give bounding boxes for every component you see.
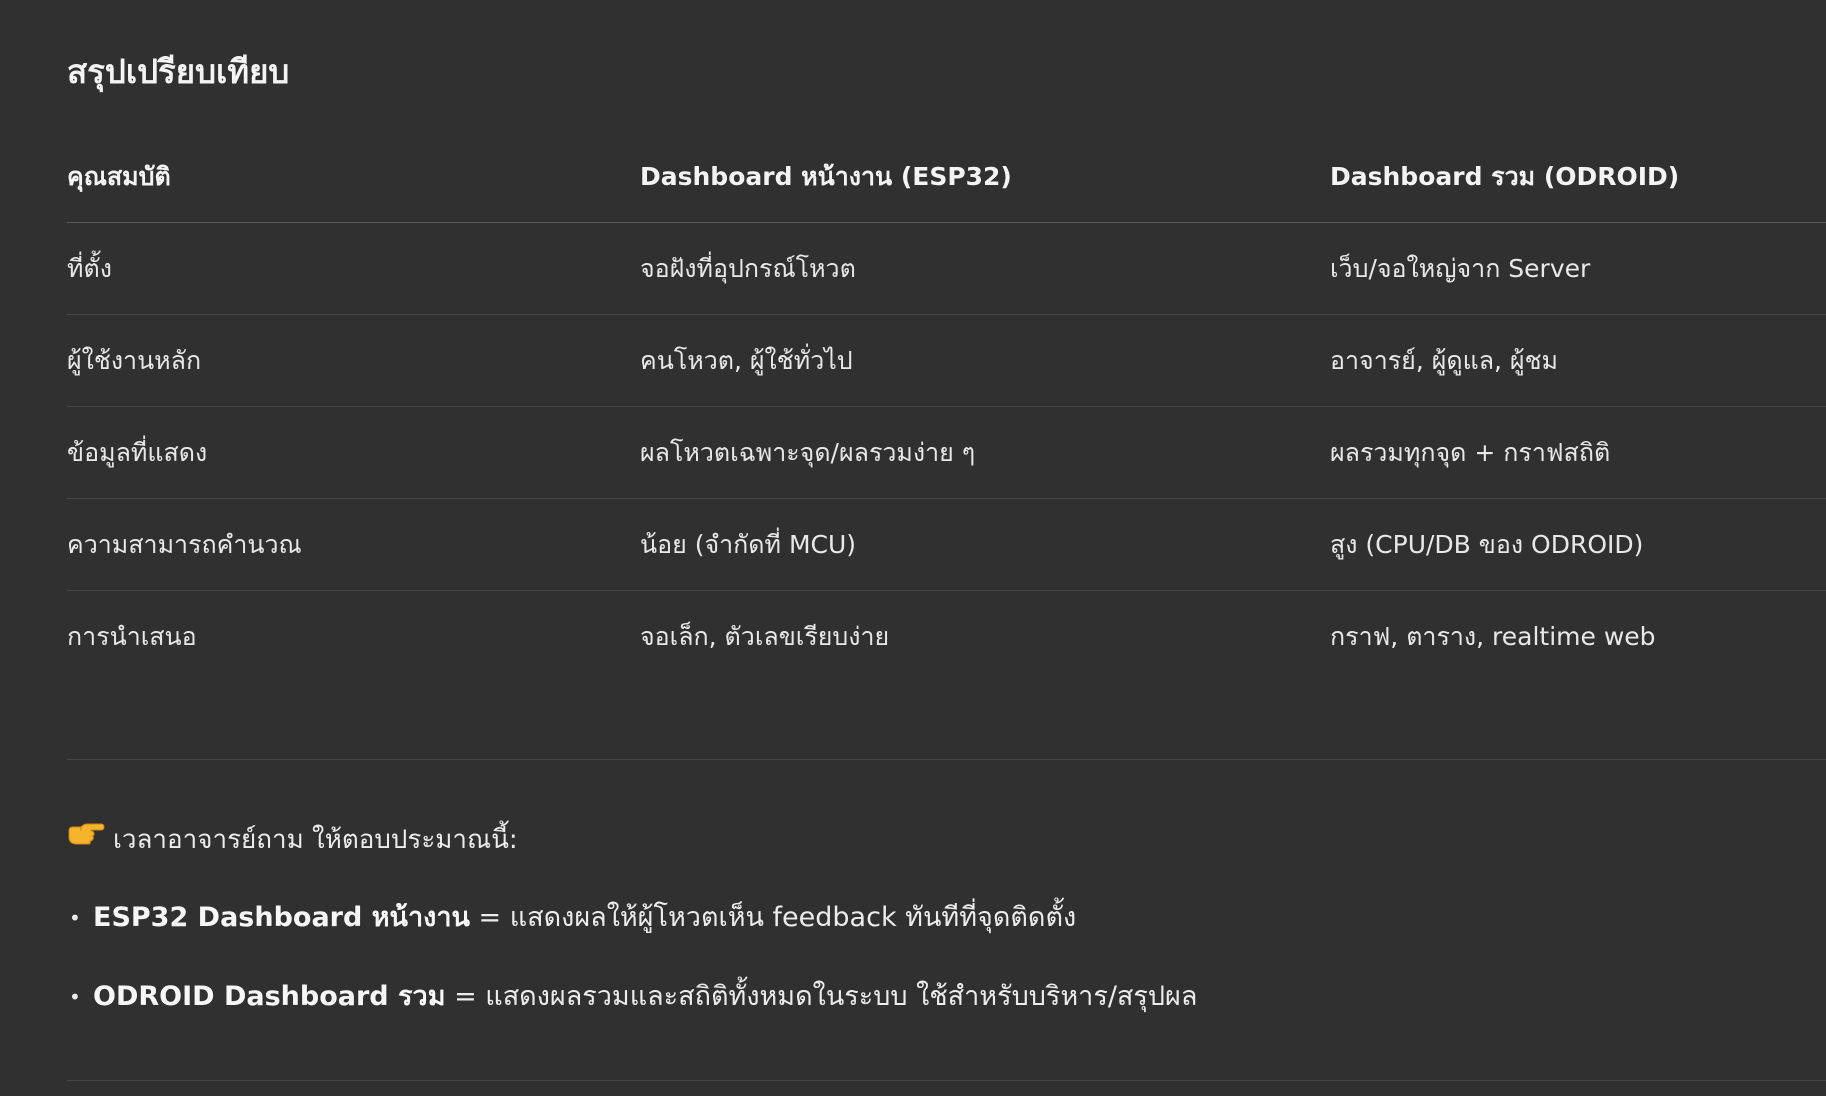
table-cell: อาจารย์, ผู้ดูแล, ผู้ชม (1330, 314, 1826, 407)
bullet-icon: • (69, 985, 81, 1009)
pointing-hand-icon (67, 818, 107, 858)
table-cell: ผลโหวตเฉพาะจุด/ผลรวมง่าย ๆ (640, 406, 1330, 499)
table-cell: ความสามารถคำนวณ (67, 498, 640, 591)
section-heading: สรุปเปรียบเทียบ (67, 52, 290, 91)
table-cell: จอฝังที่อุปกรณ์โหวต (640, 222, 1330, 315)
list-item-text: = แสดงผลให้ผู้โหวตเห็น feedback ทันทีที่… (469, 902, 1077, 933)
table-cell: ผู้ใช้งานหลัก (67, 314, 640, 407)
table-header-row: คุณสมบัติ Dashboard หน้างาน (ESP32) Dash… (67, 132, 1826, 223)
column-header-odroid: Dashboard รวม (ODROID) (1330, 132, 1826, 223)
table-cell: คนโหวต, ผู้ใช้ทั่วไป (640, 314, 1330, 407)
table-cell: สูง (CPU/DB ของ ODROID) (1330, 498, 1826, 591)
comparison-table: คุณสมบัติ Dashboard หน้างาน (ESP32) Dash… (67, 132, 1826, 682)
list-item-text: = แสดงผลรวมและสถิติทั้งหมดในระบบ ใช้สำหร… (445, 981, 1198, 1012)
note-line: เวลาอาจารย์ถาม ให้ตอบประมาณนี้: (67, 820, 518, 861)
table-row: การนำเสนอ จอเล็ก, ตัวเลขเรียบง่าย กราฟ, … (67, 591, 1826, 683)
table-row: ที่ตั้ง จอฝังที่อุปกรณ์โหวต เว็บ/จอใหญ่จ… (67, 222, 1826, 315)
column-header-property: คุณสมบัติ (67, 132, 640, 223)
list-item: • ESP32 Dashboard หน้างาน = แสดงผลให้ผู้โ… (67, 898, 1197, 938)
list-item-bold: ESP32 Dashboard หน้างาน (93, 902, 470, 933)
column-header-esp32: Dashboard หน้างาน (ESP32) (640, 132, 1330, 223)
table-row: ข้อมูลที่แสดง ผลโหวตเฉพาะจุด/ผลรวมง่าย ๆ… (67, 406, 1826, 499)
table-row: ความสามารถคำนวณ น้อย (จำกัดที่ MCU) สูง … (67, 498, 1826, 591)
section-divider (67, 759, 1826, 760)
list-item: • ODROID Dashboard รวม = แสดงผลรวมและสถิต… (67, 977, 1197, 1017)
bullet-icon: • (69, 906, 81, 930)
list-item-bold: ODROID Dashboard รวม (93, 981, 446, 1012)
note-text: เวลาอาจารย์ถาม ให้ตอบประมาณนี้: (113, 825, 518, 855)
table-cell: ที่ตั้ง (67, 222, 640, 315)
table-cell: เว็บ/จอใหญ่จาก Server (1330, 222, 1826, 315)
summary-list: • ESP32 Dashboard หน้างาน = แสดงผลให้ผู้โ… (67, 898, 1197, 1056)
table-cell: ผลรวมทุกจุด + กราฟสถิติ (1330, 406, 1826, 499)
section-divider (67, 1080, 1826, 1081)
table-row: ผู้ใช้งานหลัก คนโหวต, ผู้ใช้ทั่วไป อาจาร… (67, 314, 1826, 407)
table-cell: กราฟ, ตาราง, realtime web (1330, 621, 1656, 651)
table-cell: การนำเสนอ (67, 621, 197, 651)
table-cell: ข้อมูลที่แสดง (67, 406, 640, 499)
table-cell: น้อย (จำกัดที่ MCU) (640, 498, 1330, 591)
table-cell: จอเล็ก, ตัวเลขเรียบง่าย (640, 621, 890, 651)
